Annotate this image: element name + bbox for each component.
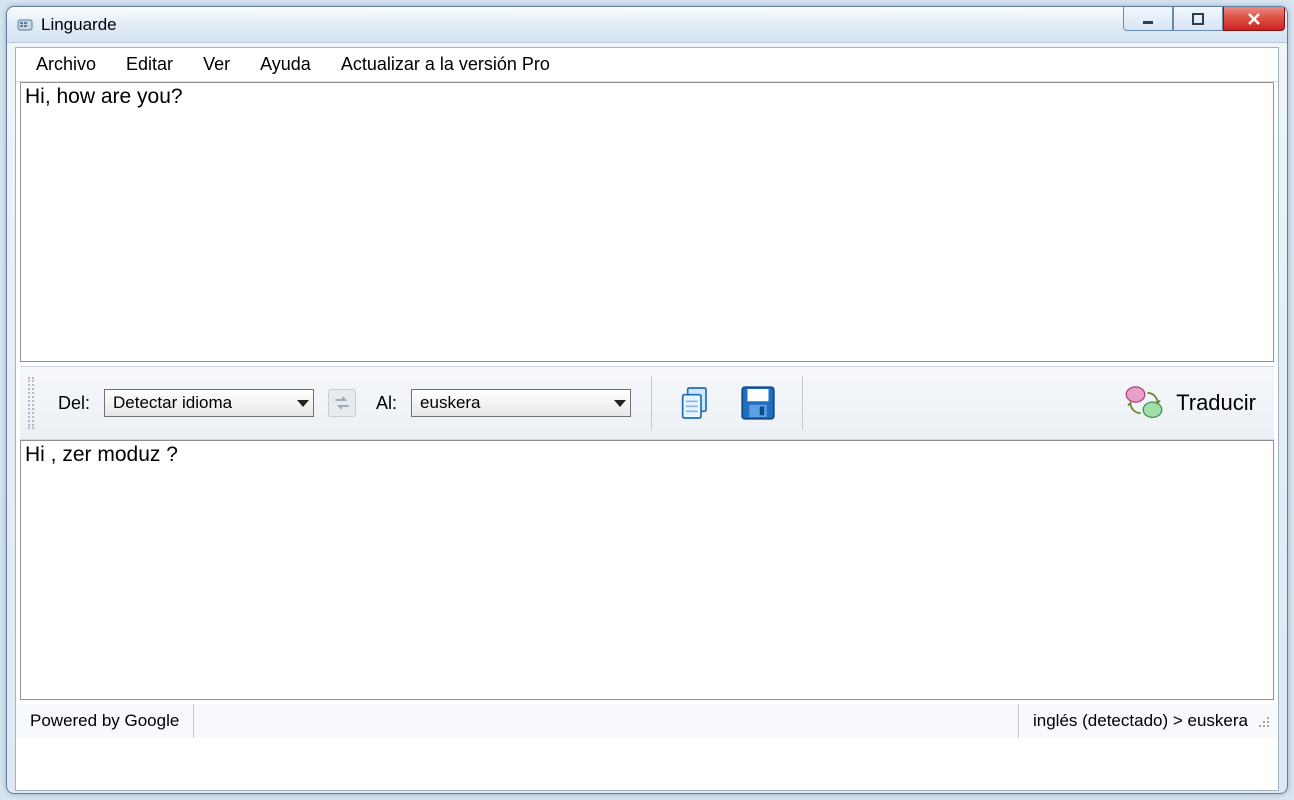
app-window: Linguarde Archivo Editar Ver Ayuda Actua… bbox=[6, 6, 1288, 794]
titlebar[interactable]: Linguarde bbox=[7, 7, 1287, 43]
to-language-combo[interactable]: euskera bbox=[411, 389, 631, 417]
menu-upgrade[interactable]: Actualizar a la versión Pro bbox=[341, 54, 550, 75]
translate-icon bbox=[1122, 383, 1166, 423]
resize-grip[interactable] bbox=[1256, 714, 1270, 728]
save-button[interactable] bbox=[734, 379, 782, 427]
swap-icon bbox=[333, 394, 351, 412]
swap-languages-button[interactable] bbox=[328, 389, 356, 417]
chevron-down-icon bbox=[614, 400, 626, 407]
window-controls bbox=[1123, 7, 1285, 42]
status-powered-by: Powered by Google bbox=[16, 704, 194, 738]
chevron-down-icon bbox=[297, 400, 309, 407]
window-title: Linguarde bbox=[41, 15, 117, 35]
target-textarea[interactable]: Hi , zer moduz ? bbox=[20, 440, 1274, 700]
client-area: Archivo Editar Ver Ayuda Actualizar a la… bbox=[15, 47, 1279, 791]
toolbar-grip[interactable] bbox=[28, 377, 34, 429]
maximize-button[interactable] bbox=[1173, 7, 1223, 31]
from-label: Del: bbox=[58, 393, 90, 414]
from-language-combo[interactable]: Detectar idioma bbox=[104, 389, 314, 417]
save-icon bbox=[737, 382, 779, 424]
translate-label: Traducir bbox=[1176, 390, 1256, 416]
menubar: Archivo Editar Ver Ayuda Actualizar a la… bbox=[16, 48, 1278, 82]
close-button[interactable] bbox=[1223, 7, 1285, 31]
menu-ver[interactable]: Ver bbox=[203, 54, 230, 75]
status-language-pair: inglés (detectado) > euskera bbox=[1033, 711, 1248, 731]
to-language-value: euskera bbox=[420, 393, 480, 413]
separator bbox=[651, 376, 652, 430]
menu-ayuda[interactable]: Ayuda bbox=[260, 54, 311, 75]
from-language-value: Detectar idioma bbox=[113, 393, 232, 413]
menu-editar[interactable]: Editar bbox=[126, 54, 173, 75]
copy-icon bbox=[676, 383, 716, 423]
copy-button[interactable] bbox=[672, 379, 720, 427]
separator bbox=[802, 376, 803, 430]
translate-button[interactable]: Traducir bbox=[1122, 383, 1266, 423]
app-icon bbox=[17, 17, 33, 33]
toolbar: Del: Detectar idioma Al: euskera bbox=[20, 366, 1274, 440]
source-textarea[interactable]: Hi, how are you? bbox=[20, 82, 1274, 362]
to-label: Al: bbox=[376, 393, 397, 414]
minimize-button[interactable] bbox=[1123, 7, 1173, 31]
statusbar: Powered by Google inglés (detectado) > e… bbox=[16, 704, 1278, 738]
menu-archivo[interactable]: Archivo bbox=[36, 54, 96, 75]
